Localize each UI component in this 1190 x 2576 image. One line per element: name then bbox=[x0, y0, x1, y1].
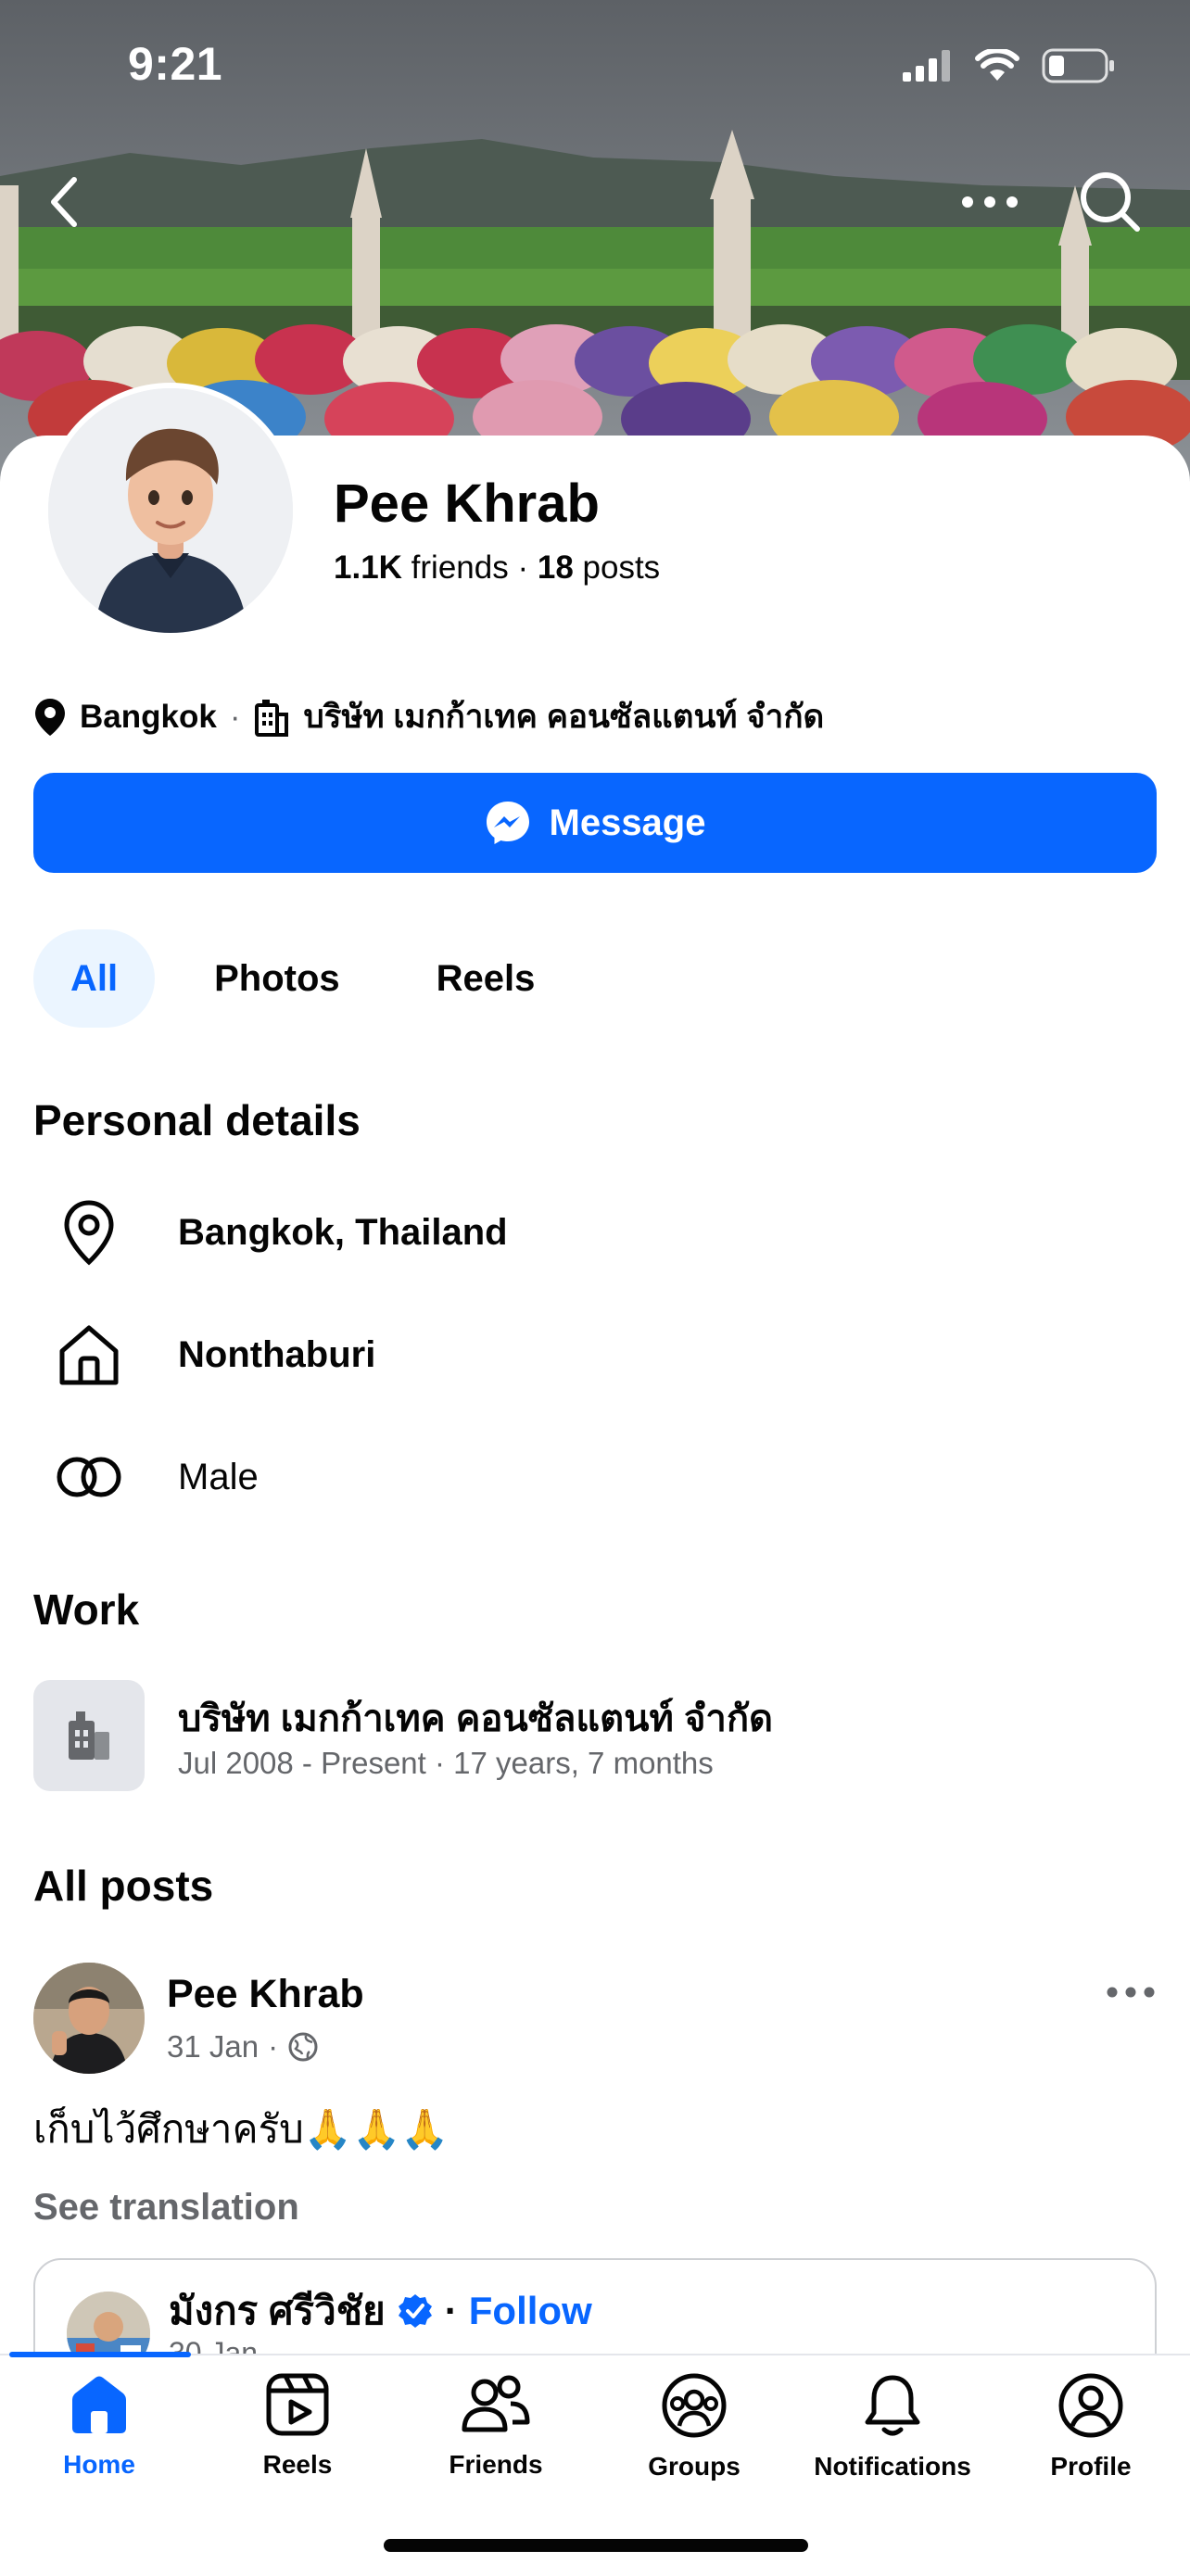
post-author-name[interactable]: Pee Khrab bbox=[167, 1972, 364, 2017]
nav-groups-label: Groups bbox=[648, 2452, 741, 2481]
profile-icon bbox=[1058, 2373, 1123, 2438]
profile-tabs: All Photos Reels bbox=[33, 929, 572, 1028]
profile-name: Pee Khrab bbox=[334, 474, 600, 534]
nav-friends[interactable]: Friends bbox=[397, 2372, 595, 2480]
detail-gender-text: Male bbox=[178, 1456, 259, 1497]
battery-icon bbox=[1042, 48, 1114, 83]
gender-rings-icon bbox=[57, 1457, 121, 1497]
more-horizontal-icon bbox=[962, 196, 1018, 208]
nav-friends-label: Friends bbox=[449, 2450, 543, 2479]
work-dates: Jul 2008 - Present · 17 years, 7 months bbox=[178, 1746, 714, 1780]
intro-row: Bangkok · บริษัท เมกก้าเทค คอนซัลแตนท์ จ… bbox=[33, 691, 824, 742]
see-translation-link[interactable]: See translation bbox=[33, 2187, 299, 2229]
intro-company[interactable]: บริษัท เมกก้าเทค คอนซัลแตนท์ จำกัด bbox=[303, 691, 824, 742]
nav-notifications[interactable]: Notifications bbox=[793, 2372, 992, 2481]
post-meta: 31 Jan · bbox=[167, 2029, 319, 2065]
nav-home[interactable]: Home bbox=[0, 2372, 198, 2480]
follow-button[interactable]: Follow bbox=[469, 2289, 592, 2333]
message-button-label: Message bbox=[549, 802, 706, 843]
profile-avatar[interactable] bbox=[43, 383, 298, 638]
back-button[interactable] bbox=[28, 165, 102, 239]
verified-badge-icon bbox=[398, 2294, 432, 2328]
location-pin-icon bbox=[64, 1200, 114, 1266]
groups-icon bbox=[662, 2373, 727, 2438]
status-time: 9:21 bbox=[128, 38, 223, 90]
post-more-button[interactable] bbox=[1094, 1974, 1168, 2011]
nav-profile[interactable]: Profile bbox=[992, 2372, 1190, 2481]
friends-label[interactable]: friends bbox=[411, 549, 509, 586]
building-icon bbox=[69, 1711, 109, 1760]
post-author-avatar[interactable] bbox=[33, 1963, 145, 2074]
detail-location-text: Bangkok, Thailand bbox=[178, 1211, 508, 1253]
post-text: เก็บไว้ศึกษาครับ🙏🙏🙏 bbox=[33, 2107, 449, 2151]
friends-icon bbox=[462, 2375, 530, 2432]
location-pin-icon bbox=[35, 698, 65, 736]
post-date[interactable]: 31 Jan bbox=[167, 2029, 259, 2065]
reels-icon bbox=[266, 2373, 329, 2436]
status-icons bbox=[903, 48, 1116, 83]
detail-location[interactable]: Bangkok, Thailand bbox=[33, 1186, 1146, 1279]
nav-profile-label: Profile bbox=[1050, 2452, 1132, 2481]
signal-icon bbox=[903, 50, 950, 82]
detail-gender: Male bbox=[33, 1431, 1146, 1523]
globe-icon bbox=[288, 2032, 318, 2062]
tab-loading-bar bbox=[9, 2352, 191, 2357]
nav-reels[interactable]: Reels bbox=[198, 2372, 397, 2480]
posts-label: posts bbox=[582, 549, 661, 586]
shared-author-row: มังกร ศรีวิชัย · Follow bbox=[169, 2280, 592, 2342]
search-icon bbox=[1081, 172, 1140, 232]
intro-city: Bangkok bbox=[80, 698, 217, 735]
nav-notifications-label: Notifications bbox=[814, 2452, 971, 2481]
personal-details-title: Personal details bbox=[33, 1096, 361, 1144]
detail-hometown[interactable]: Nonthaburi bbox=[33, 1308, 1146, 1401]
home-icon bbox=[59, 1325, 119, 1385]
more-horizontal-icon bbox=[1107, 1987, 1155, 1998]
shared-separator: · bbox=[444, 2289, 458, 2332]
intro-separator: · bbox=[229, 698, 241, 735]
nav-reels-label: Reels bbox=[262, 2450, 333, 2479]
building-icon bbox=[255, 699, 289, 737]
nav-home-label: Home bbox=[63, 2450, 135, 2479]
friends-count: 1.1K bbox=[334, 549, 402, 586]
tab-all[interactable]: All bbox=[33, 929, 156, 1028]
shared-author-name[interactable]: มังกร ศรีวิชัย bbox=[169, 2280, 386, 2342]
bell-icon bbox=[865, 2375, 920, 2436]
posts-count: 18 bbox=[537, 549, 574, 586]
message-button[interactable]: Message bbox=[33, 773, 1157, 873]
tab-reels[interactable]: Reels bbox=[399, 929, 573, 1028]
nav-groups[interactable]: Groups bbox=[595, 2372, 793, 2481]
stats-separator: · bbox=[517, 549, 529, 586]
profile-stats: 1.1K friends · 18 posts bbox=[334, 549, 660, 587]
search-button[interactable] bbox=[1073, 165, 1147, 239]
chevron-left-icon bbox=[51, 177, 77, 227]
tab-photos[interactable]: Photos bbox=[177, 929, 377, 1028]
all-posts-title: All posts bbox=[33, 1862, 214, 1910]
home-indicator[interactable] bbox=[384, 2539, 808, 2552]
home-icon bbox=[72, 2376, 126, 2433]
work-title: Work bbox=[33, 1585, 140, 1634]
wifi-icon bbox=[975, 49, 1019, 81]
post-meta-separator: · bbox=[268, 2029, 279, 2064]
more-options-button[interactable] bbox=[953, 165, 1027, 239]
detail-hometown-text: Nonthaburi bbox=[178, 1333, 376, 1375]
work-icon-box[interactable] bbox=[33, 1680, 145, 1791]
work-company[interactable]: บริษัท เมกก้าเทค คอนซัลแตนท์ จำกัด bbox=[178, 1688, 773, 1748]
messenger-icon bbox=[486, 802, 529, 844]
